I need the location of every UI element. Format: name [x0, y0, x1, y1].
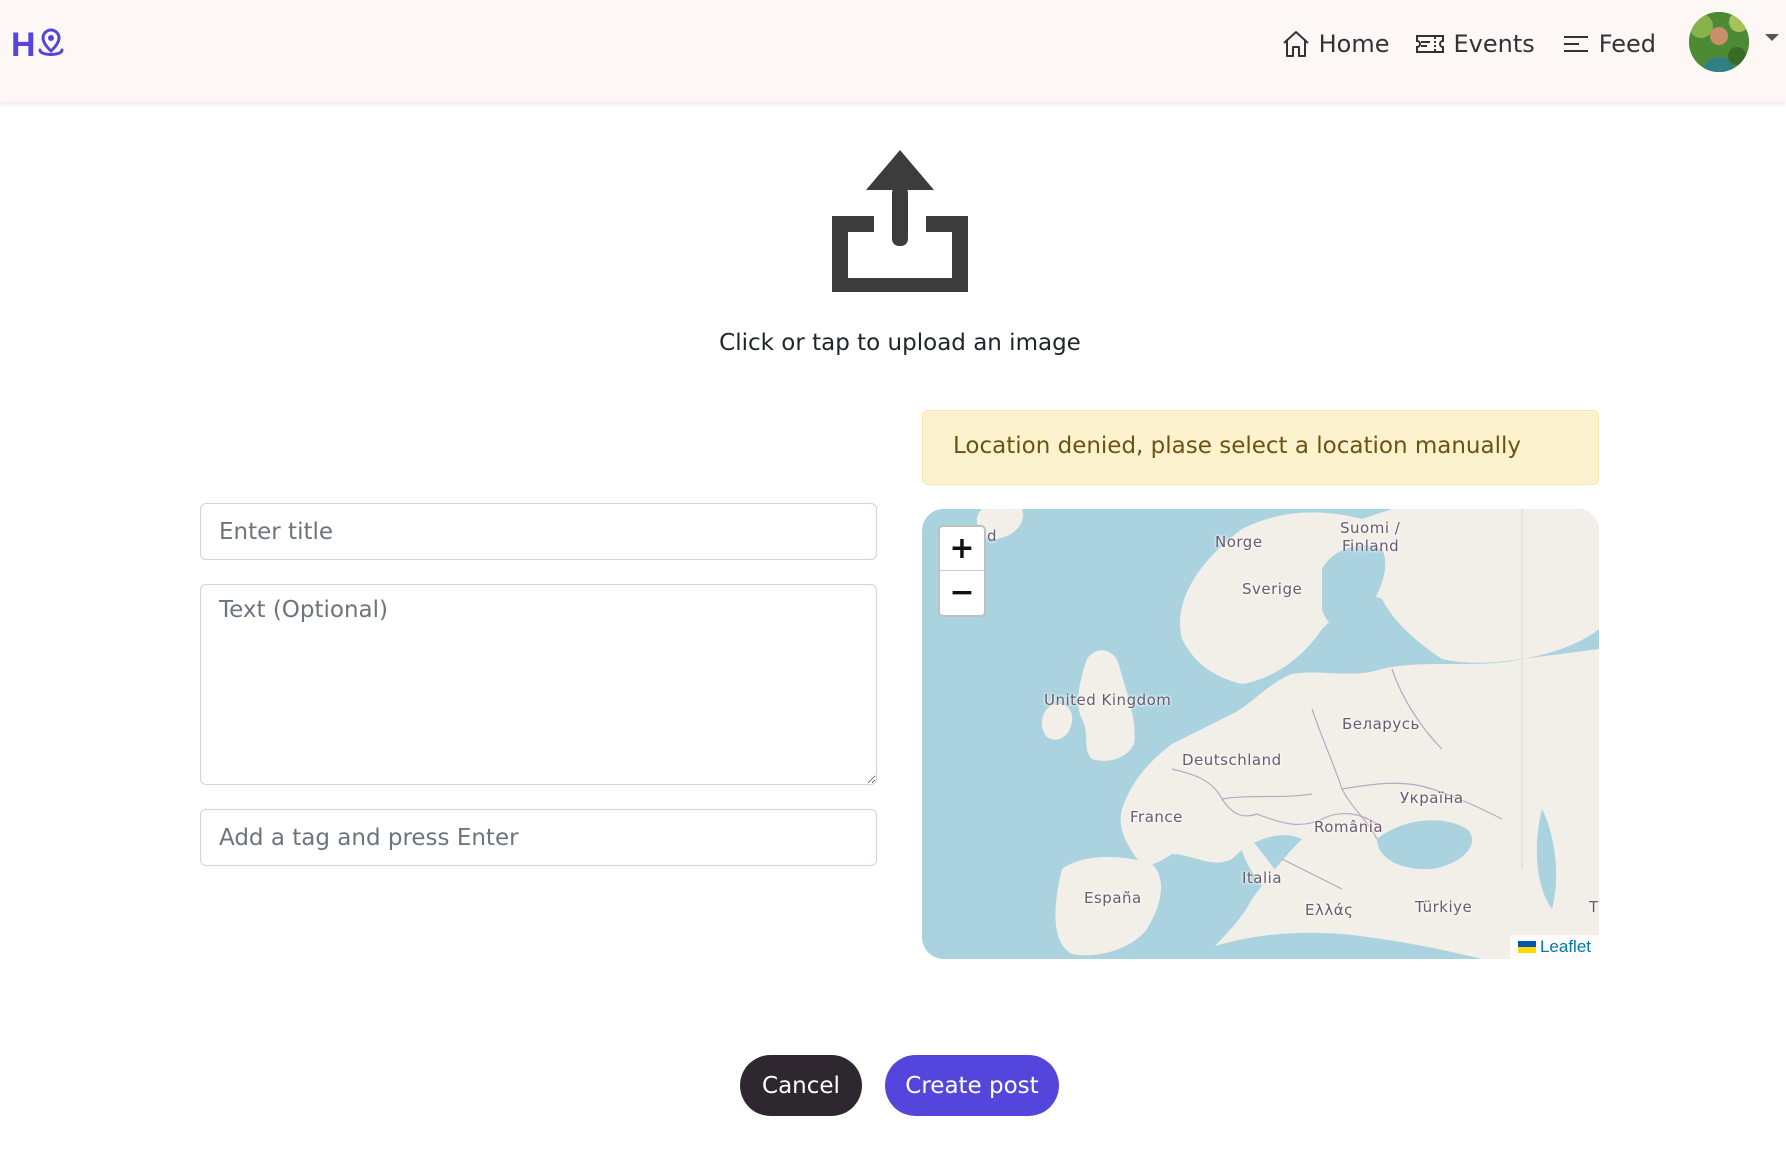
feed-icon: [1563, 36, 1588, 52]
image-upload-area[interactable]: Click or tap to upload an image: [640, 130, 1160, 370]
app-logo[interactable]: H: [11, 26, 69, 64]
nav-home-link[interactable]: Home: [1281, 29, 1390, 59]
map-tiles: [922, 509, 1599, 959]
avatar-image: [1689, 12, 1749, 72]
user-avatar[interactable]: [1689, 12, 1749, 72]
location-denied-alert: Location denied, plase select a location…: [922, 410, 1599, 485]
nav-feed-link[interactable]: Feed: [1561, 29, 1656, 59]
create-post-button[interactable]: Create post: [885, 1055, 1059, 1116]
upload-icon: [832, 150, 968, 292]
tag-input[interactable]: [200, 809, 877, 866]
svg-text:H: H: [11, 26, 36, 60]
text-input[interactable]: [200, 584, 877, 785]
zoom-out-button[interactable]: −: [940, 571, 984, 615]
nav-links: Home Events Feed: [1255, 24, 1656, 64]
map-label-belarus: Беларусь: [1342, 715, 1420, 733]
map-label-suomi: Suomi /: [1340, 519, 1401, 537]
map-label-sverige: Sverige: [1242, 580, 1303, 598]
map-label-turkiye: Türkiye: [1415, 898, 1473, 916]
map-label-france: France: [1130, 808, 1183, 826]
map-label-united-kingdom: United Kingdom: [1044, 691, 1172, 709]
nav-events-link[interactable]: Events: [1415, 29, 1535, 59]
map-label-ellas: Ελλάς: [1305, 901, 1354, 919]
home-icon: [1282, 31, 1309, 57]
title-input[interactable]: [200, 503, 877, 560]
map-label-finland: Finland: [1342, 537, 1400, 555]
map-label-edge: T: [1589, 898, 1599, 916]
map-label-espana: España: [1084, 889, 1142, 907]
ukraine-flag-icon: [1517, 941, 1536, 953]
nav-feed-label: Feed: [1598, 30, 1656, 58]
nav-events-label: Events: [1453, 30, 1535, 58]
location-map[interactable]: nd Norge Suomi / Finland Sverige United …: [922, 509, 1599, 959]
map-label-deutschland: Deutschland: [1182, 751, 1282, 769]
navbar: H Home Events Feed: [0, 0, 1786, 102]
cancel-button[interactable]: Cancel: [740, 1055, 862, 1116]
map-zoom-control: + −: [938, 525, 986, 617]
nav-home-label: Home: [1318, 30, 1390, 58]
map-label-norge: Norge: [1215, 533, 1263, 551]
leaflet-link[interactable]: Leaflet: [1540, 937, 1591, 957]
map-label-italia: Italia: [1242, 869, 1283, 887]
logo-mark: H: [11, 26, 64, 64]
map-label-ukraine: Україна: [1400, 789, 1464, 807]
zoom-in-button[interactable]: +: [940, 527, 984, 571]
map-label-romania: România: [1314, 818, 1384, 836]
account-dropdown-caret[interactable]: [1765, 34, 1779, 41]
upload-instruction: Click or tap to upload an image: [719, 330, 1081, 356]
ticket-icon: [1416, 35, 1445, 53]
map-attribution: Leaflet: [1509, 935, 1599, 959]
